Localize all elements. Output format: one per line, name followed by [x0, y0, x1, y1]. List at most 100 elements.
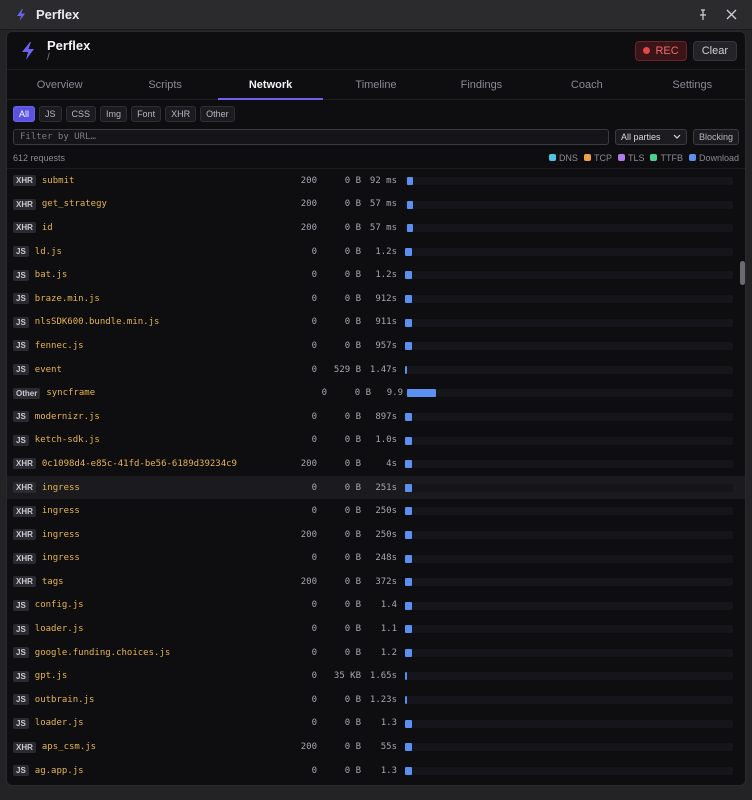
table-row[interactable]: JS braze.min.js 0 0 B 912s [7, 287, 745, 311]
request-time: 957s [375, 340, 397, 351]
table-row[interactable]: XHR 0c1098d4-e85c-41fd-be56-6189d39234c9 2… [7, 452, 745, 476]
waterfall-bar [405, 625, 412, 634]
table-row[interactable]: JS event 0 529 B 1.47s [7, 358, 745, 382]
table-row[interactable]: XHR tags 200 0 B 372s [7, 570, 745, 594]
table-row[interactable]: JS ketch-sdk.js 0 0 B 1.0s [7, 429, 745, 453]
table-row[interactable]: XHR id 200 0 B 57 ms [7, 216, 745, 240]
type-badge: JS [13, 246, 29, 258]
table-row[interactable]: JS loader.js 0 0 B 1.1 [7, 617, 745, 641]
page-path: / [47, 51, 50, 63]
waterfall-track [405, 436, 733, 445]
table-row[interactable]: XHR ingress 0 0 B 248s [7, 547, 745, 571]
record-button[interactable]: REC [635, 40, 687, 61]
filter-row: All parties Blocking [7, 127, 745, 147]
chevron-down-icon [673, 134, 681, 139]
tab-coach[interactable]: Coach [534, 70, 639, 99]
filter-xhr[interactable]: XHR [165, 106, 197, 122]
request-status: 0 [311, 293, 317, 304]
parties-selected: All parties [620, 132, 661, 142]
pin-icon[interactable] [692, 4, 714, 26]
table-row[interactable]: JS google.funding.choices.js 0 0 B 1.2 [7, 641, 745, 665]
type-badge: JS [13, 765, 29, 777]
legend-swatch [617, 154, 625, 161]
close-icon[interactable] [720, 4, 742, 26]
waterfall-bar [405, 766, 412, 775]
table-row[interactable]: JS modernizr.js 0 0 B 897s [7, 405, 745, 429]
request-time: 57 ms [369, 199, 397, 210]
tab-overview[interactable]: Overview [7, 70, 112, 99]
waterfall-bar [405, 554, 412, 563]
request-time: 912s [375, 293, 397, 304]
waterfall-bar [405, 294, 412, 303]
tab-settings[interactable]: Settings [640, 70, 745, 99]
table-row[interactable]: XHR get_strategy 200 0 B 57 ms [7, 193, 745, 217]
type-badge: XHR [13, 175, 36, 187]
waterfall-bar [405, 483, 412, 492]
filter-css[interactable]: CSS [65, 106, 97, 122]
table-row[interactable]: Other syncframe 0 0 B 9.9 [7, 381, 745, 405]
table-row[interactable]: JS ag.app.js 0 0 B 1.3 [7, 759, 745, 782]
summary-bar: 612 requests DNS TCP TLS TTFB Download [7, 147, 745, 169]
blocking-button[interactable]: Blocking [692, 129, 739, 145]
request-status: 0 [311, 317, 317, 328]
request-time: 1.2s [375, 246, 397, 257]
table-row[interactable]: JS bat.js 0 0 B 1.2s [7, 263, 745, 287]
waterfall-track [405, 766, 733, 775]
type-filters: All JS CSS Img Font XHR Other [7, 100, 745, 128]
table-row[interactable]: JS gpt.js 0 35 KB 1.65s [7, 664, 745, 688]
request-status: 0 [311, 482, 317, 493]
request-time: 250s [375, 529, 397, 540]
tab-network[interactable]: Network [217, 70, 324, 100]
request-size: 529 B [333, 364, 361, 375]
type-badge: JS [13, 411, 29, 423]
url-filter-input[interactable] [13, 129, 609, 145]
waterfall-track [405, 412, 733, 421]
request-list[interactable]: XHR submit 200 0 B 92 ms XHR get_strategy 200 0 … [7, 169, 745, 782]
waterfall-bar [405, 696, 407, 705]
tab-findings[interactable]: Findings [429, 70, 534, 99]
request-size: 0 B [344, 576, 361, 587]
table-row[interactable]: JS loader.js 0 0 B 1.3 [7, 712, 745, 736]
filter-js[interactable]: JS [39, 106, 62, 122]
type-badge: XHR [13, 482, 36, 494]
request-size: 0 B [344, 600, 361, 611]
parties-select[interactable]: All parties [614, 129, 687, 145]
table-row[interactable]: JS nlsSDK600.bundle.min.js 0 0 B 911s [7, 311, 745, 335]
clear-button[interactable]: Clear [692, 40, 737, 61]
request-time: 1.23s [369, 694, 397, 705]
type-badge: JS [13, 717, 29, 729]
tab-timeline[interactable]: Timeline [323, 70, 428, 99]
type-badge: XHR [13, 552, 36, 564]
request-url: tags [41, 576, 64, 587]
waterfall-bar [405, 719, 412, 728]
table-row[interactable]: XHR ingress 200 0 B 250s [7, 523, 745, 547]
type-badge: XHR [13, 576, 36, 588]
request-url: ingress [41, 506, 80, 517]
filter-font[interactable]: Font [131, 106, 162, 122]
request-time: 55s [380, 742, 397, 753]
waterfall-bar [406, 224, 414, 233]
table-row[interactable]: XHR ingress 0 0 B 251s [7, 475, 745, 500]
request-status: 0 [311, 435, 317, 446]
table-row[interactable]: JS config.js 0 0 B 1.4 [7, 594, 745, 618]
legend-label: Download [698, 152, 739, 163]
table-row[interactable]: JS fennec.js 0 0 B 957s [7, 334, 745, 358]
waterfall-track [405, 530, 733, 539]
filter-other[interactable]: Other [200, 106, 235, 122]
table-row[interactable]: JS ld.js 0 0 B 1.2s [7, 240, 745, 264]
waterfall-track [405, 648, 733, 657]
filter-all[interactable]: All [13, 106, 36, 122]
request-url: bat.js [34, 270, 68, 281]
waterfall-track [405, 365, 733, 374]
filter-img[interactable]: Img [100, 106, 128, 122]
table-row[interactable]: XHR aps_csm.js 200 0 B 55s [7, 735, 745, 759]
table-row[interactable]: JS outbrain.js 0 0 B 1.23s [7, 688, 745, 712]
type-badge: JS [13, 599, 29, 611]
table-row[interactable]: XHR ingress 0 0 B 250s [7, 499, 745, 523]
table-row[interactable]: XHR submit 200 0 B 92 ms [7, 169, 745, 193]
request-status: 0 [311, 246, 317, 257]
waterfall-track [405, 507, 733, 516]
request-url: ingress [41, 553, 80, 564]
waterfall-bar [405, 507, 412, 516]
tab-scripts[interactable]: Scripts [112, 70, 217, 99]
